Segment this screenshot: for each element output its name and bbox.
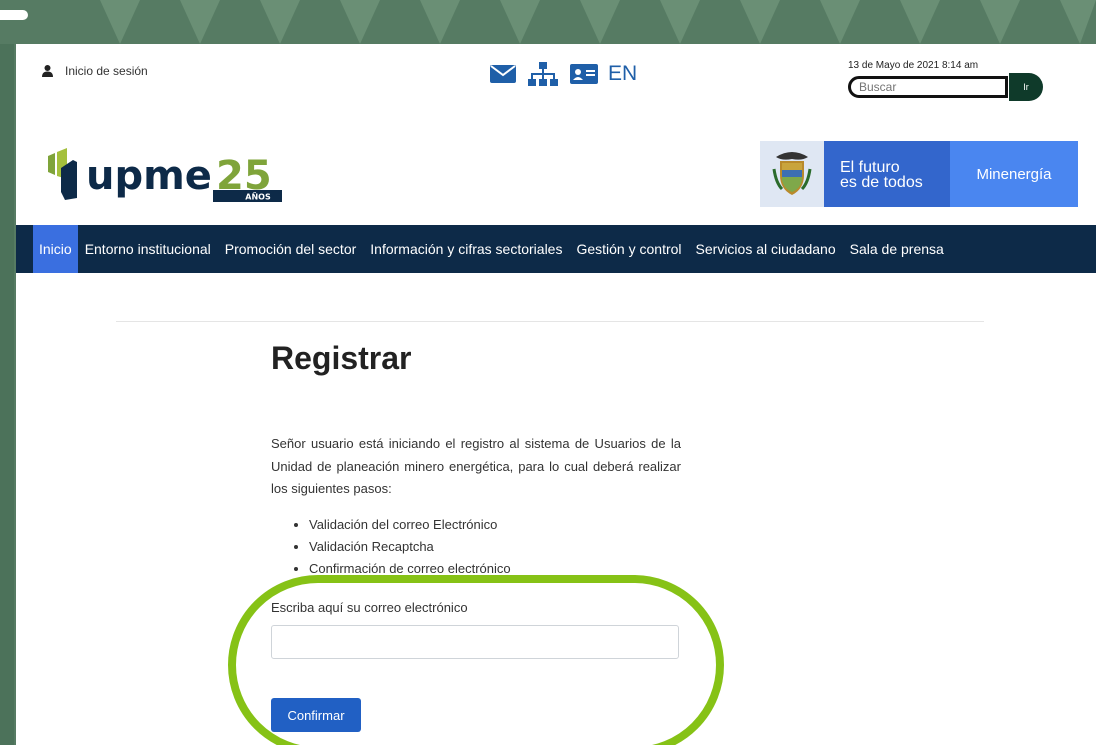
futuro-line1: El futuro	[840, 159, 900, 176]
nav-item-inicio[interactable]: Inicio	[33, 225, 78, 273]
step-item: Confirmación de correo electrónico	[309, 558, 511, 580]
webpage: Inicio de sesión EN 13 de Mayo de 2021 8…	[16, 44, 1096, 745]
confirm-button[interactable]: Confirmar	[271, 698, 361, 732]
logo-text: upme	[86, 153, 212, 199]
steps-list: Validación del correo Electrónico Valida…	[271, 514, 511, 580]
government-banner[interactable]: El futuro es de todos Minenergía	[760, 141, 1078, 207]
user-icon	[42, 65, 53, 77]
nav-item-promocion-sector[interactable]: Promoción del sector	[218, 225, 364, 273]
divider	[116, 321, 984, 322]
colombia-coat-of-arms-icon	[760, 141, 824, 207]
mail-icon[interactable]	[490, 65, 516, 83]
main-nav: Inicio Entorno institucional Promoción d…	[16, 225, 1096, 273]
page-title: Registrar	[271, 340, 412, 376]
contact-card-icon[interactable]	[570, 64, 598, 84]
email-label: Escriba aquí su correo electrónico	[271, 600, 468, 615]
step-item: Validación Recaptcha	[309, 536, 511, 558]
register-description: Señor usuario está iniciando el registro…	[271, 436, 681, 496]
window-tab-handle	[0, 10, 28, 20]
nav-item-sala-prensa[interactable]: Sala de prensa	[843, 225, 951, 273]
step-item: Validación del correo Electrónico	[309, 514, 511, 536]
login-label: Inicio de sesión	[65, 64, 148, 78]
nav-item-informacion-cifras[interactable]: Información y cifras sectoriales	[363, 225, 569, 273]
el-futuro-logo: El futuro es de todos	[824, 141, 950, 207]
background-pattern	[100, 0, 1096, 44]
upme25-logo[interactable]: upme 25 AÑOS	[46, 142, 286, 211]
left-frame-strip	[0, 44, 14, 745]
top-utility-icons: EN	[490, 62, 637, 86]
sitemap-icon[interactable]	[528, 62, 558, 86]
nav-item-entorno-institucional[interactable]: Entorno institucional	[78, 225, 218, 273]
futuro-line2: es de todos	[840, 174, 923, 191]
search-input[interactable]	[848, 76, 1008, 98]
date-search-block: 13 de Mayo de 2021 8:14 am Ir	[848, 60, 1043, 101]
current-date: 13 de Mayo de 2021 8:14 am	[848, 60, 979, 71]
logo-subtitle: AÑOS	[245, 192, 271, 202]
login-link[interactable]: Inicio de sesión	[42, 64, 148, 78]
search-button[interactable]: Ir	[1009, 73, 1043, 101]
minenergia-logo: Minenergía	[950, 141, 1078, 207]
nav-item-gestion-control[interactable]: Gestión y control	[569, 225, 688, 273]
language-en-link[interactable]: EN	[608, 62, 637, 86]
email-field[interactable]	[271, 625, 679, 659]
nav-item-servicios-ciudadano[interactable]: Servicios al ciudadano	[689, 225, 843, 273]
